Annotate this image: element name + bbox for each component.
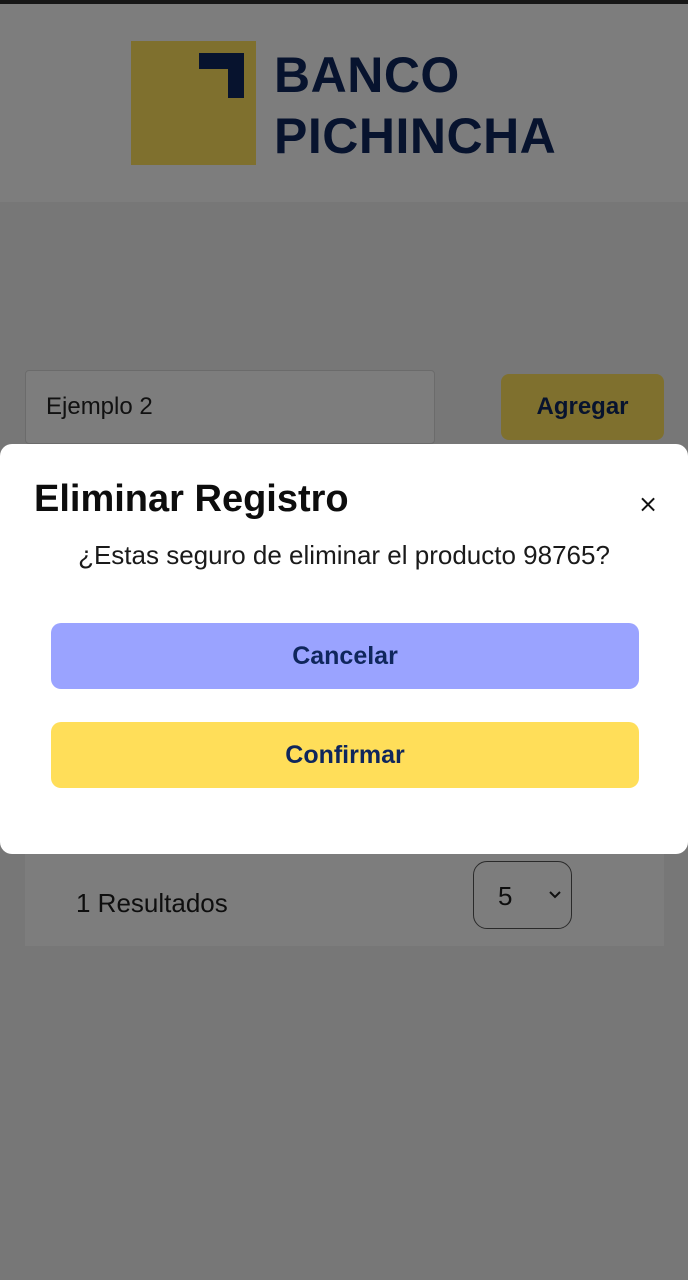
confirm-button[interactable]: Confirmar xyxy=(51,722,639,788)
delete-confirm-modal: Eliminar Registro × ¿Estas seguro de eli… xyxy=(0,444,688,854)
modal-title: Eliminar Registro xyxy=(34,478,349,520)
close-icon[interactable]: × xyxy=(630,486,666,522)
modal-message: ¿Estas seguro de eliminar el producto 98… xyxy=(78,540,610,570)
cancel-button[interactable]: Cancelar xyxy=(51,623,639,689)
